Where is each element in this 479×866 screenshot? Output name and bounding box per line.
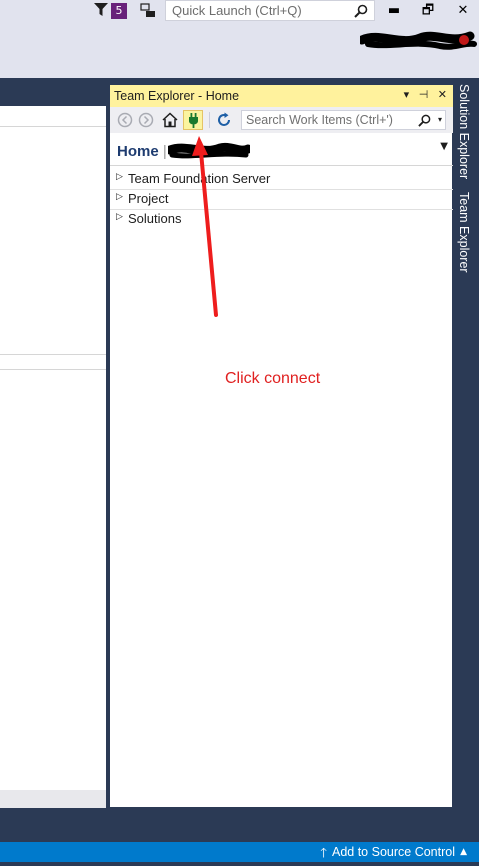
back-icon[interactable] xyxy=(116,111,134,129)
editor-horizontal-scrollbar[interactable] xyxy=(0,790,106,808)
editor-navigation-bar xyxy=(0,106,106,127)
team-explorer-panel: Team Explorer - Home ▾ ⊣ ✕ Search Work I… xyxy=(109,84,454,808)
forward-icon[interactable] xyxy=(137,111,155,129)
quick-launch-placeholder: Quick Launch (Ctrl+Q) xyxy=(172,3,302,18)
toolbar-separator xyxy=(209,112,210,128)
redacted-project-scribble xyxy=(168,142,250,159)
editor-tab-strip xyxy=(0,78,106,106)
redacted-account-scribble xyxy=(360,31,477,50)
add-to-source-control-button[interactable]: Add to Source Control xyxy=(332,845,455,859)
side-tab-strip: Solution Explorer Team Explorer xyxy=(453,84,479,808)
section-label: Team Foundation Server xyxy=(128,171,271,186)
section-label: Solutions xyxy=(128,211,182,226)
section-solutions[interactable]: ▷ Solutions xyxy=(110,209,454,229)
search-options-chevron-icon[interactable]: ▾ xyxy=(438,115,442,124)
up-arrow-icon: 🡑 xyxy=(320,846,327,861)
feedback-icon[interactable] xyxy=(140,3,156,19)
home-page-title[interactable]: Home | xyxy=(117,143,167,160)
expand-arrow-icon[interactable]: ▷ xyxy=(116,212,123,222)
connect-plug-icon xyxy=(189,113,198,128)
tab-solution-explorer[interactable]: Solution Explorer xyxy=(457,84,471,179)
home-label: Home xyxy=(117,143,159,160)
section-label: Project xyxy=(128,191,169,206)
editor-divider xyxy=(0,354,106,370)
restore-button[interactable]: 🗗 xyxy=(413,0,443,22)
minimize-button[interactable]: ▬ xyxy=(379,0,409,22)
home-icon[interactable] xyxy=(161,111,179,129)
search-work-items-input[interactable]: Search Work Items (Ctrl+') ▾ xyxy=(241,110,446,130)
search-work-items-placeholder: Search Work Items (Ctrl+') xyxy=(246,113,393,127)
team-explorer-toolbar: Search Work Items (Ctrl+') ▾ xyxy=(110,107,454,133)
team-explorer-navigation: Home | ▼ xyxy=(110,135,454,166)
funnel-icon[interactable] xyxy=(94,3,108,17)
close-button[interactable]: ✕ xyxy=(448,0,478,22)
section-project[interactable]: ▷ Project xyxy=(110,189,454,210)
panel-window-controls[interactable]: ▾ ⊣ ✕ xyxy=(404,88,450,101)
section-team-foundation-server[interactable]: ▷ Team Foundation Server xyxy=(110,169,454,190)
status-bar: 🡑 Add to Source Control ▲ xyxy=(0,842,479,862)
team-explorer-title: Team Explorer - Home xyxy=(114,89,240,103)
title-bar: 5 Quick Launch (Ctrl+Q) ▬ 🗗 ✕ xyxy=(0,0,479,78)
expand-arrow-icon[interactable]: ▷ xyxy=(116,172,123,182)
search-icon[interactable] xyxy=(418,114,431,127)
tab-team-explorer[interactable]: Team Explorer xyxy=(457,192,471,273)
search-icon[interactable] xyxy=(354,4,368,18)
navigation-dropdown-chevron-icon[interactable]: ▼ xyxy=(440,141,448,152)
notification-badge[interactable]: 5 xyxy=(111,3,127,19)
refresh-icon[interactable] xyxy=(215,111,233,129)
expand-arrow-icon[interactable]: ▷ xyxy=(116,192,123,202)
connect-button[interactable] xyxy=(183,110,203,130)
source-control-caret-icon[interactable]: ▲ xyxy=(460,847,467,857)
quick-launch-input[interactable]: Quick Launch (Ctrl+Q) xyxy=(165,0,375,21)
nav-separator: | xyxy=(162,143,167,160)
annotation-text: Click connect xyxy=(225,370,321,387)
editor-area xyxy=(0,78,106,808)
team-explorer-header: Team Explorer - Home ▾ ⊣ ✕ xyxy=(110,85,454,107)
